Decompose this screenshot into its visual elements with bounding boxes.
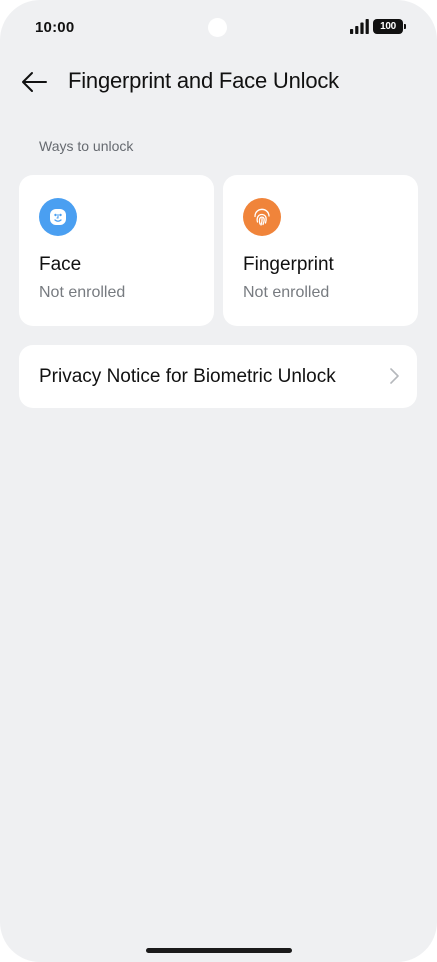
battery-tip (404, 24, 406, 29)
section-header: Ways to unlock (39, 138, 134, 154)
signal-icon (350, 19, 369, 34)
fingerprint-card-status: Not enrolled (243, 284, 330, 301)
status-bar: 10:00 100 (0, 0, 437, 56)
home-indicator[interactable] (146, 948, 292, 953)
status-time: 10:00 (35, 19, 75, 36)
fingerprint-card-title: Fingerprint (243, 254, 334, 275)
face-unlock-card[interactable]: Face Not enrolled (19, 175, 214, 326)
battery-icon: 100 (373, 19, 406, 34)
camera-cutout (208, 18, 227, 37)
privacy-notice-label: Privacy Notice for Biometric Unlock (39, 366, 336, 387)
privacy-notice-item[interactable]: Privacy Notice for Biometric Unlock (19, 345, 417, 408)
face-icon (39, 198, 77, 236)
page-title: Fingerprint and Face Unlock (68, 68, 339, 93)
screen: 10:00 100 Fingerprint and Face Unlock Wa… (0, 0, 437, 962)
fingerprint-unlock-card[interactable]: Fingerprint Not enrolled (223, 175, 418, 326)
back-button[interactable] (16, 64, 52, 100)
face-card-status: Not enrolled (39, 284, 126, 301)
app-bar: Fingerprint and Face Unlock (0, 60, 437, 104)
fingerprint-icon (243, 198, 281, 236)
face-card-title: Face (39, 254, 82, 275)
battery-level: 100 (380, 21, 396, 32)
chevron-right-icon (390, 368, 399, 384)
back-arrow-icon (22, 72, 47, 92)
